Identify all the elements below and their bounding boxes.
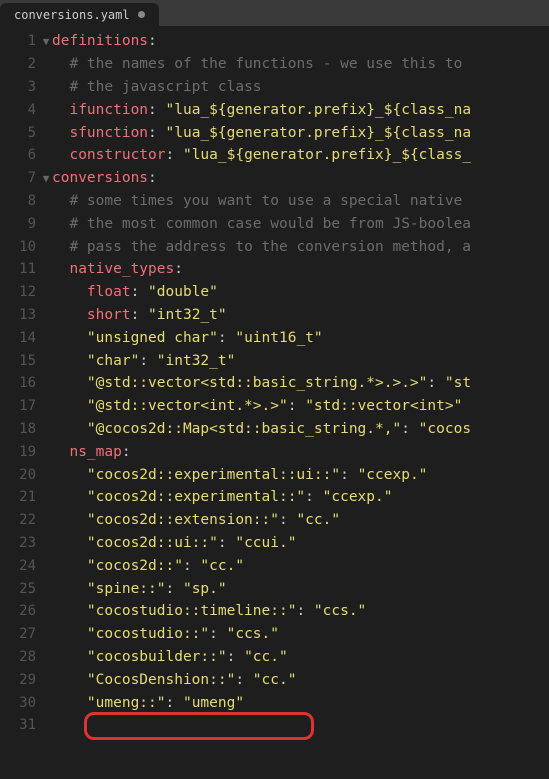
- code-line[interactable]: 24 "cocos2d::": "cc.": [0, 554, 549, 577]
- fold-icon[interactable]: ▼: [40, 172, 52, 185]
- code-content: "cocos2d::experimental::ui::": "ccexp.": [52, 467, 549, 483]
- code-line[interactable]: 15 "char": "int32_t": [0, 349, 549, 372]
- code-line[interactable]: 20 "cocos2d::experimental::ui::": "ccexp…: [0, 463, 549, 486]
- code-line[interactable]: 8 # some times you want to use a special…: [0, 190, 549, 213]
- code-content: "@std::vector<int.*>.>": "std::vector<in…: [52, 398, 549, 414]
- code-content: ifunction: "lua_${generator.prefix}_${cl…: [52, 102, 549, 118]
- line-number: 17: [0, 398, 40, 414]
- code-content: "spine::": "sp.": [52, 581, 549, 597]
- code-content: ns_map:: [52, 444, 549, 460]
- code-content: "cocos2d::ui::": "ccui.": [52, 535, 549, 551]
- unsaved-dot-icon: [138, 11, 145, 18]
- line-number: 7: [0, 170, 40, 186]
- line-number: 27: [0, 626, 40, 642]
- code-line[interactable]: 10 # pass the address to the conversion …: [0, 235, 549, 258]
- line-number: 2: [0, 56, 40, 72]
- line-number: 16: [0, 375, 40, 391]
- line-number: 9: [0, 216, 40, 232]
- code-line[interactable]: 22 "cocos2d::extension::": "cc.": [0, 509, 549, 532]
- code-line[interactable]: 1▼definitions:: [0, 30, 549, 53]
- code-content: "@std::vector<std::basic_string.*>.>.>":…: [52, 375, 549, 391]
- code-content: # the names of the functions - we use th…: [52, 56, 549, 72]
- file-tab[interactable]: conversions.yaml: [0, 3, 159, 26]
- code-content: # the javascript class: [52, 79, 549, 95]
- line-number: 18: [0, 421, 40, 437]
- line-number: 29: [0, 672, 40, 688]
- fold-icon[interactable]: ▼: [40, 35, 52, 48]
- code-content: "cocostudio::timeline::": "ccs.": [52, 603, 549, 619]
- code-line[interactable]: 9 # the most common case would be from J…: [0, 212, 549, 235]
- code-content: native_types:: [52, 261, 549, 277]
- code-line[interactable]: 28 "cocosbuilder::": "cc.": [0, 646, 549, 669]
- code-line[interactable]: 13 short: "int32_t": [0, 304, 549, 327]
- code-content: definitions:: [52, 33, 549, 49]
- code-content: # the most common case would be from JS-…: [52, 216, 549, 232]
- code-line[interactable]: 30 "umeng::": "umeng": [0, 691, 549, 714]
- line-number: 11: [0, 261, 40, 277]
- code-content: "umeng::": "umeng": [52, 695, 549, 711]
- code-content: constructor: "lua_${generator.prefix}_${…: [52, 147, 549, 163]
- code-content: "cocos2d::extension::": "cc.": [52, 512, 549, 528]
- code-content: # some times you want to use a special n…: [52, 193, 549, 209]
- line-number: 25: [0, 581, 40, 597]
- code-content: "cocos2d::experimental::": "ccexp.": [52, 489, 549, 505]
- line-number: 22: [0, 512, 40, 528]
- code-content: sfunction: "lua_${generator.prefix}_${cl…: [52, 125, 549, 141]
- line-number: 21: [0, 489, 40, 505]
- code-line[interactable]: 7▼conversions:: [0, 167, 549, 190]
- line-number: 4: [0, 102, 40, 118]
- line-number: 26: [0, 603, 40, 619]
- code-content: "cocos2d::": "cc.": [52, 558, 549, 574]
- line-number: 24: [0, 558, 40, 574]
- code-line[interactable]: 2 # the names of the functions - we use …: [0, 53, 549, 76]
- code-line[interactable]: 25 "spine::": "sp.": [0, 577, 549, 600]
- code-line[interactable]: 27 "cocostudio::": "ccs.": [0, 623, 549, 646]
- line-number: 19: [0, 444, 40, 460]
- line-number: 1: [0, 33, 40, 49]
- line-number: 3: [0, 79, 40, 95]
- line-number: 30: [0, 695, 40, 711]
- code-line[interactable]: 29 "CocosDenshion::": "cc.": [0, 668, 549, 691]
- code-line[interactable]: 21 "cocos2d::experimental::": "ccexp.": [0, 486, 549, 509]
- code-content: "CocosDenshion::": "cc.": [52, 672, 549, 688]
- code-line[interactable]: 18 "@cocos2d::Map<std::basic_string.*,":…: [0, 418, 549, 441]
- line-number: 20: [0, 467, 40, 483]
- code-editor[interactable]: 1▼definitions:2 # the names of the funct…: [0, 26, 549, 737]
- code-content: conversions:: [52, 170, 549, 186]
- code-content: short: "int32_t": [52, 307, 549, 323]
- code-content: "@cocos2d::Map<std::basic_string.*,": "c…: [52, 421, 549, 437]
- line-number: 13: [0, 307, 40, 323]
- line-number: 28: [0, 649, 40, 665]
- code-line[interactable]: 11 native_types:: [0, 258, 549, 281]
- code-line[interactable]: 26 "cocostudio::timeline::": "ccs.": [0, 600, 549, 623]
- code-content: "unsigned char": "uint16_t": [52, 330, 549, 346]
- tab-bar: conversions.yaml: [0, 0, 549, 26]
- code-line[interactable]: 23 "cocos2d::ui::": "ccui.": [0, 532, 549, 555]
- line-number: 12: [0, 284, 40, 300]
- code-line[interactable]: 5 sfunction: "lua_${generator.prefix}_${…: [0, 121, 549, 144]
- code-line[interactable]: 14 "unsigned char": "uint16_t": [0, 326, 549, 349]
- line-number: 15: [0, 353, 40, 369]
- code-line[interactable]: 19 ns_map:: [0, 440, 549, 463]
- code-line[interactable]: 3 # the javascript class: [0, 76, 549, 99]
- code-line[interactable]: 6 constructor: "lua_${generator.prefix}_…: [0, 144, 549, 167]
- code-content: float: "double": [52, 284, 549, 300]
- code-content: "cocosbuilder::": "cc.": [52, 649, 549, 665]
- code-line[interactable]: 16 "@std::vector<std::basic_string.*>.>.…: [0, 372, 549, 395]
- code-line[interactable]: 17 "@std::vector<int.*>.>": "std::vector…: [0, 395, 549, 418]
- line-number: 31: [0, 717, 40, 733]
- code-line[interactable]: 12 float: "double": [0, 281, 549, 304]
- code-content: "cocostudio::": "ccs.": [52, 626, 549, 642]
- code-content: "char": "int32_t": [52, 353, 549, 369]
- line-number: 14: [0, 330, 40, 346]
- line-number: 23: [0, 535, 40, 551]
- line-number: 8: [0, 193, 40, 209]
- code-line[interactable]: 31: [0, 714, 549, 737]
- code-content: # pass the address to the conversion met…: [52, 239, 549, 255]
- line-number: 5: [0, 125, 40, 141]
- line-number: 6: [0, 147, 40, 163]
- tab-filename: conversions.yaml: [14, 8, 130, 22]
- line-number: 10: [0, 239, 40, 255]
- code-line[interactable]: 4 ifunction: "lua_${generator.prefix}_${…: [0, 98, 549, 121]
